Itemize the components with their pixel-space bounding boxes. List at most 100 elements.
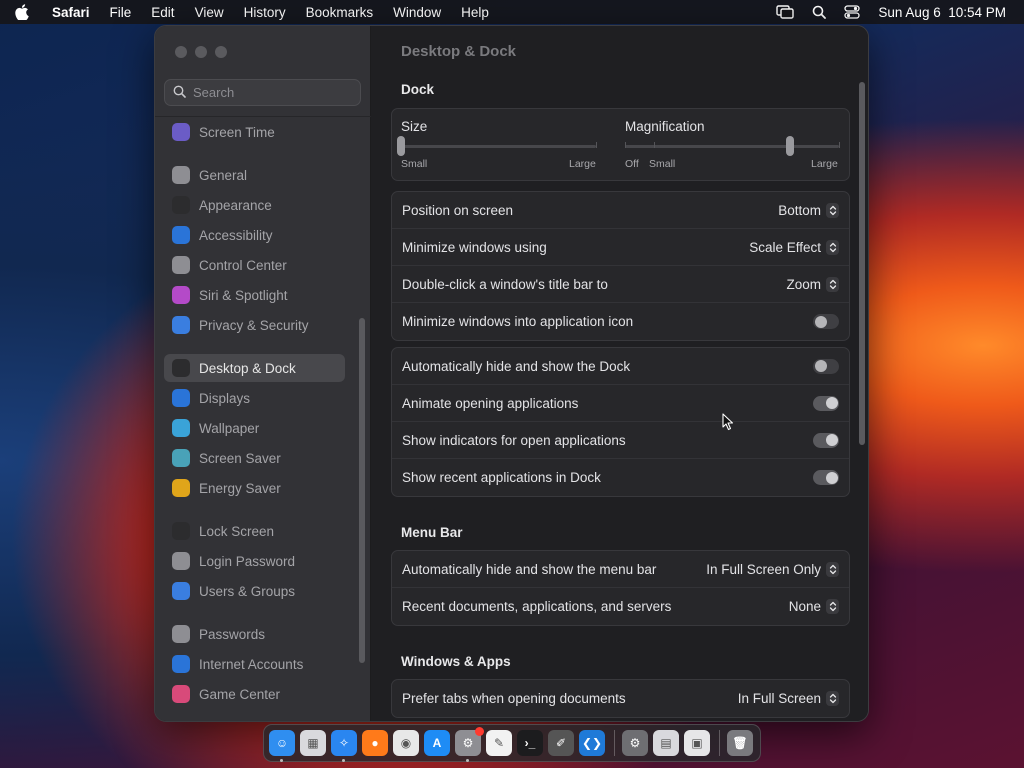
size-slider-thumb[interactable] bbox=[397, 136, 405, 156]
sidebar-item-label: Wallpaper bbox=[199, 420, 260, 436]
menu-file[interactable]: File bbox=[100, 5, 142, 20]
size-slider-block: Size Small Large bbox=[392, 109, 616, 181]
dock-glyph: ›_ bbox=[524, 736, 536, 750]
menu-help[interactable]: Help bbox=[451, 5, 499, 20]
popup-button-minimize-windows-using[interactable]: Scale Effect bbox=[749, 239, 839, 255]
dock-size-card: Size Small Large Magnification Off Small… bbox=[391, 108, 850, 181]
sidebar-item-label: Energy Saver bbox=[199, 480, 281, 496]
setting-row-recent-documents-applications-and-servers: Recent documents, applications, and serv… bbox=[392, 588, 849, 625]
popup-button-double-click-a-window-s-title-bar-to[interactable]: Zoom bbox=[786, 276, 839, 292]
vscode-icon[interactable]: ❮❯ bbox=[579, 730, 605, 756]
trash-icon[interactable]: 🗑 bbox=[727, 730, 753, 756]
firefox-icon[interactable]: ● bbox=[362, 730, 388, 756]
chevron-up-down-icon bbox=[826, 239, 839, 255]
sidebar-item-users-groups[interactable]: Users & Groups bbox=[164, 577, 345, 605]
toggle-show-indicators-for-open-applications[interactable] bbox=[813, 432, 839, 448]
sidebar-item-game-center[interactable]: Game Center bbox=[164, 680, 345, 708]
size-min-label: Small bbox=[401, 158, 428, 170]
sidebar-item-label: Lock Screen bbox=[199, 523, 275, 539]
control-center-icon[interactable] bbox=[844, 5, 861, 19]
sidebar-item-label: Screen Time bbox=[199, 124, 275, 140]
sidebar-item-displays[interactable]: Displays bbox=[164, 384, 345, 412]
toggle-animate-opening-applications[interactable] bbox=[813, 395, 839, 411]
chrome-icon[interactable]: ◉ bbox=[393, 730, 419, 756]
popup-button-recent-documents-applications-and-servers[interactable]: None bbox=[789, 599, 839, 614]
sidebar-scrollbar[interactable] bbox=[359, 318, 365, 663]
size-slider-track[interactable] bbox=[401, 145, 596, 148]
sidebar-item-accessibility[interactable]: Accessibility bbox=[164, 221, 345, 249]
sidebar-item-login-password[interactable]: Login Password bbox=[164, 547, 345, 575]
magnification-slider-thumb[interactable] bbox=[785, 136, 794, 156]
dock-separator bbox=[614, 730, 615, 756]
search-field[interactable] bbox=[164, 79, 361, 106]
toggle-knob bbox=[814, 360, 827, 372]
search-input[interactable] bbox=[193, 85, 343, 100]
settings-icon[interactable]: ⚙ bbox=[455, 727, 484, 762]
toggle-show-recent-applications-in-dock[interactable] bbox=[813, 470, 839, 485]
hand-icon bbox=[172, 316, 190, 334]
setting-label: Show indicators for open applications bbox=[402, 432, 626, 448]
setting-label: Automatically hide and show the menu bar bbox=[402, 561, 657, 577]
sidebar-item-screen-time[interactable]: Screen Time bbox=[164, 118, 345, 146]
app-store-icon[interactable]: A bbox=[424, 730, 450, 756]
sidebar-item-desktop-dock[interactable]: Desktop & Dock bbox=[164, 354, 345, 382]
magnification-slider-track[interactable] bbox=[625, 145, 839, 148]
apple-menu-icon[interactable] bbox=[0, 4, 44, 20]
printer-icon[interactable]: ▤ bbox=[653, 730, 679, 756]
popup-button-prefer-tabs-when-opening-documents[interactable]: In Full Screen bbox=[738, 691, 839, 706]
sidebar-item-wallpaper[interactable]: Wallpaper bbox=[164, 414, 345, 442]
lock-icon bbox=[172, 522, 190, 540]
sidebar-item-screen-saver[interactable]: Screen Saver bbox=[164, 444, 345, 472]
size-tick bbox=[596, 142, 597, 148]
popup-button-automatically-hide-and-show-the-menu-bar[interactable]: In Full Screen Only bbox=[706, 561, 839, 577]
sidebar-divider bbox=[155, 116, 371, 117]
sidebar-item-general[interactable]: General bbox=[164, 161, 345, 189]
setting-label: Prefer tabs when opening documents bbox=[402, 691, 626, 706]
dock-glyph: ⚙ bbox=[462, 736, 474, 750]
launchpad-icon[interactable]: ▦ bbox=[300, 730, 326, 756]
sidebar-item-energy-saver[interactable]: Energy Saver bbox=[164, 474, 345, 502]
running-indicator bbox=[342, 759, 345, 762]
screen-mirroring-icon[interactable] bbox=[776, 5, 795, 19]
sidebar-item-control-center[interactable]: Control Center bbox=[164, 251, 345, 279]
gear-folder-icon[interactable]: ⚙ bbox=[622, 730, 648, 756]
brush-icon[interactable]: ✐ bbox=[548, 730, 574, 756]
sidebar-item-label: Game Center bbox=[199, 686, 281, 702]
sidebar-item-appearance[interactable]: Appearance bbox=[164, 191, 345, 219]
menu-clock[interactable]: Sun Aug 6 10:54 PM bbox=[878, 5, 1006, 20]
sidebar-item-lock-screen[interactable]: Lock Screen bbox=[164, 517, 345, 545]
menu-app-name[interactable]: Safari bbox=[44, 5, 100, 20]
safari-icon[interactable]: ✧ bbox=[331, 730, 357, 762]
menu-bar-card: Automatically hide and show the menu bar… bbox=[391, 550, 850, 626]
popup-button-position-on-screen[interactable]: Bottom bbox=[778, 202, 839, 218]
menu-window[interactable]: Window bbox=[383, 5, 451, 20]
minimize-button[interactable] bbox=[195, 46, 207, 58]
magnification-slider-block: Magnification Off Small Large bbox=[616, 109, 851, 181]
sidebar-item-siri-spotlight[interactable]: Siri & Spotlight bbox=[164, 281, 345, 309]
main-scrollbar[interactable] bbox=[859, 82, 865, 445]
textedit-icon[interactable]: ✎ bbox=[486, 730, 512, 756]
dock-glyph: A bbox=[432, 736, 442, 750]
setting-label: Animate opening applications bbox=[402, 395, 579, 411]
finder-icon[interactable]: ☺ bbox=[269, 730, 295, 762]
toggle-automatically-hide-and-show-the-dock[interactable] bbox=[813, 358, 839, 374]
menu-view[interactable]: View bbox=[185, 5, 234, 20]
sidebar-item-privacy-security[interactable]: Privacy & Security bbox=[164, 311, 345, 339]
menu-edit[interactable]: Edit bbox=[141, 5, 184, 20]
toggle-minimize-windows-into-application-icon[interactable] bbox=[813, 314, 839, 329]
menu-bookmarks[interactable]: Bookmarks bbox=[296, 5, 384, 20]
gear-icon bbox=[172, 166, 190, 184]
chevron-up-down-icon bbox=[826, 276, 839, 292]
spotlight-search-icon[interactable] bbox=[812, 5, 827, 19]
preview-icon[interactable]: ▣ bbox=[684, 730, 710, 756]
menu-history[interactable]: History bbox=[234, 5, 296, 20]
close-button[interactable] bbox=[175, 46, 187, 58]
chevron-up-down-icon bbox=[826, 202, 839, 218]
sidebar-item-passwords[interactable]: Passwords bbox=[164, 620, 345, 648]
sidebar-item-label: Privacy & Security bbox=[199, 317, 309, 333]
page-title: Desktop & Dock bbox=[401, 43, 517, 60]
setting-label: Minimize windows into application icon bbox=[402, 314, 634, 329]
terminal-icon[interactable]: ›_ bbox=[517, 730, 543, 756]
zoom-button[interactable] bbox=[215, 46, 227, 58]
sidebar-item-internet-accounts[interactable]: Internet Accounts bbox=[164, 650, 345, 678]
